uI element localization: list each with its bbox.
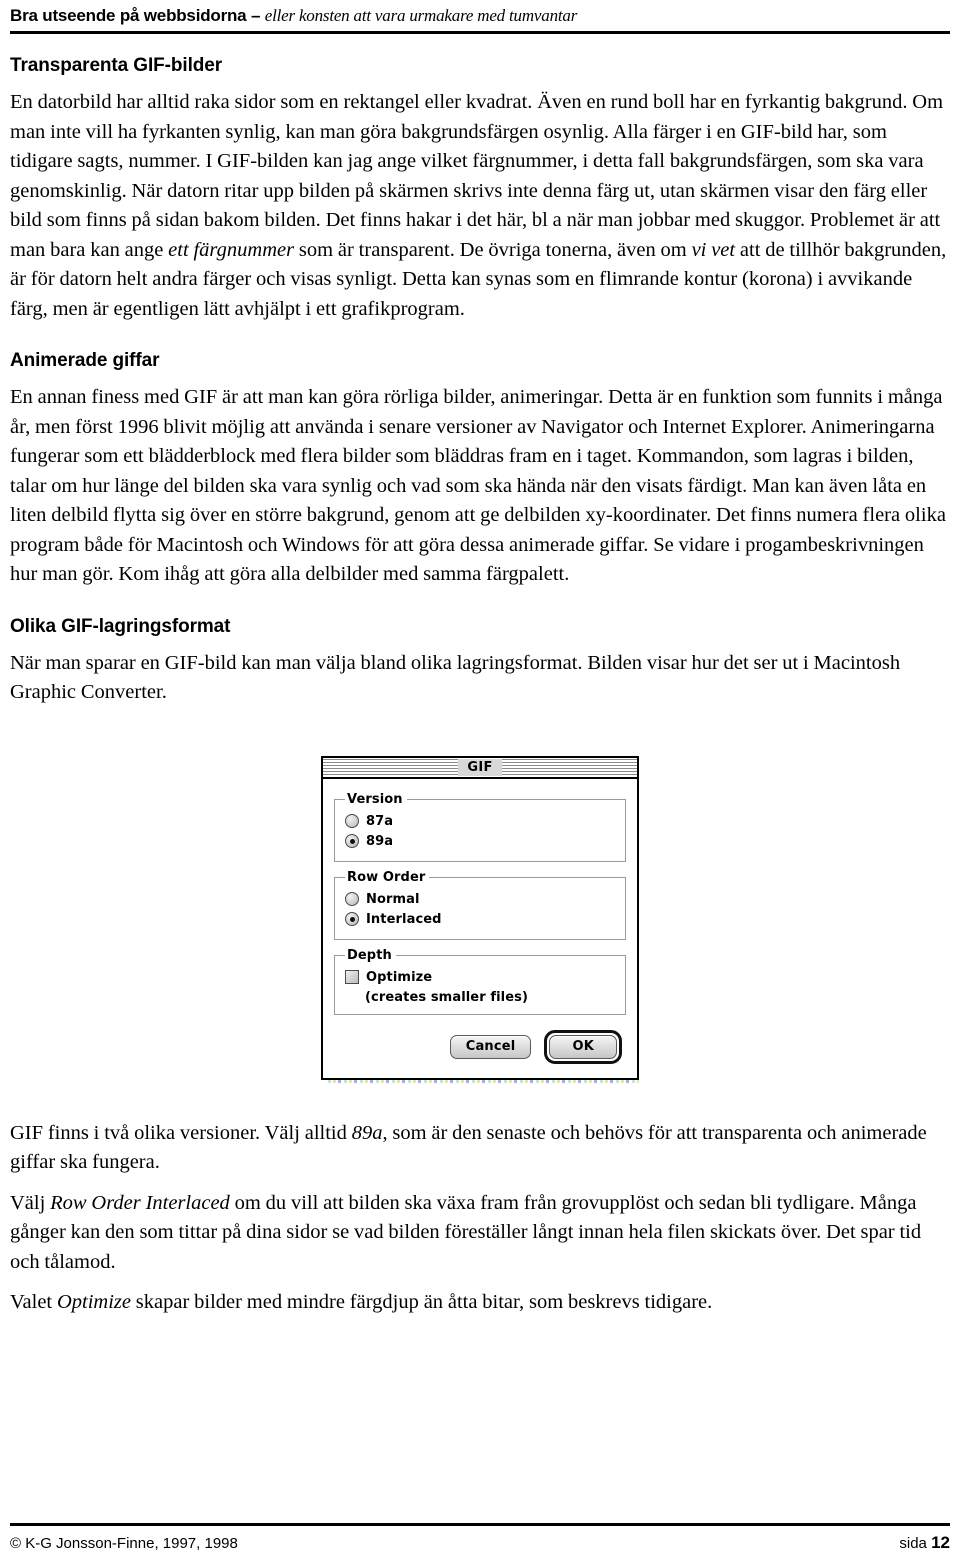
radio-option-normal[interactable]: Normal xyxy=(345,892,617,907)
paragraph-text-part: Välj xyxy=(10,1191,51,1214)
dialog-titlebar[interactable]: GIF xyxy=(323,758,637,779)
paragraph-gif-versioner: GIF finns i två olika versioner. Välj al… xyxy=(10,1119,950,1178)
section-heading-transparenta-gif-bilder: Transparenta GIF-bilder xyxy=(10,55,223,76)
gif-dialog-figure: GIF Version 87a 89a Row Order Normal Int… xyxy=(10,755,950,1083)
footer-copyright: © K-G Jonsson-Finne, 1997, 1998 xyxy=(10,1535,238,1552)
depth-note: (creates smaller files) xyxy=(365,989,529,1005)
radio-option-87a[interactable]: 87a xyxy=(345,814,617,829)
running-header-subtitle: eller konsten att vara urmakare med tumv… xyxy=(264,6,578,25)
paragraph-emphasis-fargnummer: ett färgnummer xyxy=(168,238,295,261)
paragraph-olika-gif-lagringsformat: När man sparar en GIF-bild kan man välja… xyxy=(10,651,901,704)
paragraph-emphasis-row-order-interlaced: Row Order Interlaced xyxy=(50,1191,230,1214)
section-heading-animerade-giffar: Animerade giffar xyxy=(10,350,160,371)
paragraph-animerade-giffar: En annan finess med GIF är att man kan g… xyxy=(10,386,946,585)
group-row-order-legend: Row Order xyxy=(345,869,430,885)
paragraph-emphasis-89a: 89a xyxy=(351,1121,383,1144)
group-depth: Depth Optimize (creates smaller files) xyxy=(334,947,626,1015)
paragraph-emphasis-optimize: Optimize xyxy=(56,1291,131,1313)
running-header-title: Bra utseende på webbsidorna – xyxy=(10,6,261,25)
paragraph-row-order-interlaced: Välj Row Order Interlaced om du vill att… xyxy=(10,1189,950,1278)
radio-label-interlaced: Interlaced xyxy=(366,911,442,927)
group-version: Version 87a 89a xyxy=(334,791,626,862)
dialog-button-row: Cancel OK xyxy=(334,1023,626,1067)
checkbox-icon-unchecked[interactable] xyxy=(345,970,359,984)
page-footer: © K-G Jonsson-Finne, 1997, 1998 sida 12 xyxy=(10,1526,950,1553)
group-version-legend: Version xyxy=(345,791,407,807)
paragraph-text-part: Valet xyxy=(10,1291,57,1313)
radio-label-normal: Normal xyxy=(366,891,420,907)
radio-option-interlaced[interactable]: Interlaced xyxy=(345,912,617,927)
dialog-title: GIF xyxy=(458,758,502,776)
paragraph-transparenta-gif-bilder: En datorbild har alltid raka sidor som e… xyxy=(10,88,950,324)
radio-icon-unselected[interactable] xyxy=(345,814,359,828)
cancel-button[interactable]: Cancel xyxy=(449,1034,532,1059)
checkbox-label-optimize: Optimize xyxy=(366,969,433,985)
checkbox-option-optimize[interactable]: Optimize xyxy=(345,970,617,985)
dialog-shadow-dither xyxy=(328,1079,639,1083)
radio-icon-selected[interactable] xyxy=(345,912,359,926)
group-depth-legend: Depth xyxy=(345,947,396,963)
footer-page-number: 12 xyxy=(931,1533,950,1552)
paragraph-text-part: skapar bilder med mindre färgdjup än ått… xyxy=(130,1291,713,1313)
ok-button[interactable]: OK xyxy=(549,1034,617,1059)
section-heading-olika-gif-lagringsformat: Olika GIF-lagringsformat xyxy=(10,615,231,637)
radio-label-89a: 89a xyxy=(366,833,394,849)
running-header: Bra utseende på webbsidorna – eller kons… xyxy=(10,0,950,29)
radio-option-89a[interactable]: 89a xyxy=(345,834,617,849)
paragraph-text-part: som är transparent. De övriga tonerna, ä… xyxy=(294,238,692,261)
paragraph-text-part: GIF finns i två olika versioner. Välj al… xyxy=(10,1121,352,1144)
footer-page-word: sida xyxy=(899,1535,927,1552)
footer-page: sida 12 xyxy=(899,1533,950,1553)
dialog-body: Version 87a 89a Row Order Normal Interla… xyxy=(323,778,637,1078)
radio-icon-selected[interactable] xyxy=(345,834,359,848)
paragraph-optimize: Valet Optimize skapar bilder med mindre … xyxy=(10,1288,950,1318)
paragraph-text-part: En datorbild har alltid raka sidor som e… xyxy=(10,91,944,261)
radio-icon-unselected[interactable] xyxy=(345,892,359,906)
radio-label-87a: 87a xyxy=(366,813,394,829)
paragraph-emphasis-vi-vet: vi vet xyxy=(691,238,736,261)
default-button-ring: OK xyxy=(544,1029,622,1064)
gif-dialog-window: GIF Version 87a 89a Row Order Normal Int… xyxy=(321,755,642,1083)
document-page: Bra utseende på webbsidorna – eller kons… xyxy=(0,0,960,1563)
group-row-order: Row Order Normal Interlaced xyxy=(334,869,626,940)
